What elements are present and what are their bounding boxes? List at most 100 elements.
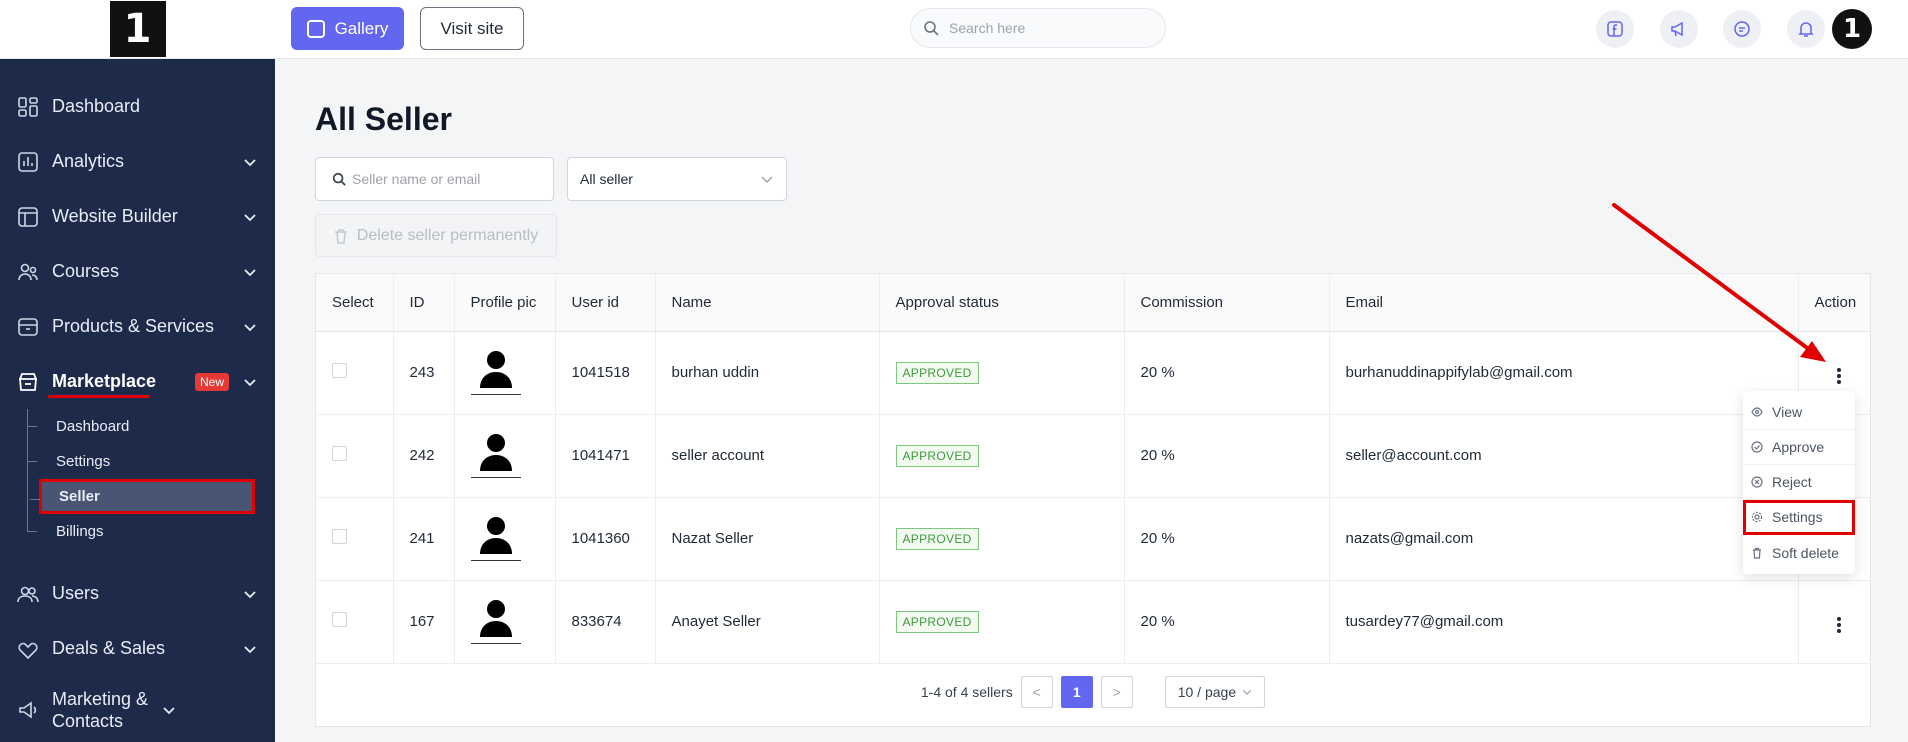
- megaphone-icon: [1671, 21, 1683, 37]
- marketing-icon: [16, 698, 40, 722]
- col-email: Email: [1329, 274, 1799, 332]
- trash-icon: [334, 228, 347, 244]
- row-checkbox[interactable]: [332, 363, 347, 378]
- sidebar: 1 Dashboard Analytics Website Builder Co…: [0, 0, 275, 742]
- deals-icon: [16, 637, 40, 661]
- action-reject[interactable]: Reject: [1743, 465, 1855, 500]
- seller-table: Select ID Profile pic User id Name Appro…: [316, 274, 1870, 664]
- cell-email: tusardey77@gmail.com: [1329, 580, 1799, 664]
- cell-commission: 20 %: [1124, 331, 1330, 415]
- seller-search[interactable]: [315, 157, 554, 201]
- gallery-button[interactable]: Gallery: [291, 7, 404, 50]
- avatar-text: 1: [1842, 14, 1862, 44]
- submenu-label: Dashboard: [56, 418, 130, 435]
- cell-commission: 20 %: [1124, 580, 1330, 664]
- submenu-label: Seller: [59, 488, 100, 505]
- sidebar-item-website-builder[interactable]: Website Builder: [0, 189, 275, 244]
- col-id: ID: [393, 274, 455, 332]
- page-button-current[interactable]: 1: [1060, 676, 1093, 708]
- marketplace-icon: [16, 370, 40, 394]
- cell-name: Anayet Seller: [655, 580, 880, 664]
- row-checkbox[interactable]: [332, 529, 347, 544]
- submenu-label: Billings: [56, 523, 104, 540]
- table-row: 243 1041518 burhan uddin APPROVED 20 % b…: [316, 331, 1870, 415]
- sidebar-item-courses[interactable]: Courses: [0, 244, 275, 299]
- action-approve[interactable]: Approve: [1743, 430, 1855, 465]
- col-name: Name: [655, 274, 880, 332]
- col-user-id: User id: [555, 274, 656, 332]
- row-checkbox[interactable]: [332, 612, 347, 627]
- global-search[interactable]: [910, 8, 1166, 48]
- search-input[interactable]: [949, 20, 1149, 36]
- seller-filter-value: All seller: [580, 171, 633, 187]
- sidebar-item-marketing-contacts[interactable]: Marketing & Contacts: [0, 676, 275, 742]
- prev-page-button[interactable]: <: [1020, 676, 1053, 708]
- action-label: Settings: [1772, 509, 1823, 525]
- chevron-down-icon: [163, 707, 175, 715]
- search-icon: [332, 172, 346, 186]
- cell-user-id: 1041360: [555, 497, 656, 581]
- logo[interactable]: 1: [109, 1, 166, 57]
- products-icon: [16, 315, 40, 339]
- eye-icon: [1751, 406, 1763, 418]
- chevron-down-icon: [1243, 690, 1252, 696]
- sidebar-item-dashboard[interactable]: Dashboard: [0, 79, 275, 134]
- sidebar-item-deals-sales[interactable]: Deals & Sales: [0, 621, 275, 676]
- submenu-item-seller[interactable]: Seller: [30, 479, 255, 514]
- delete-seller-button[interactable]: Delete seller permanently: [315, 214, 557, 257]
- chevron-down-icon: [244, 645, 256, 653]
- user-avatar[interactable]: 1: [1832, 9, 1872, 49]
- next-page-button[interactable]: >: [1100, 676, 1133, 708]
- page-size-select[interactable]: 10 / page: [1164, 676, 1266, 708]
- announcement-button[interactable]: [1660, 10, 1698, 48]
- delete-seller-label: Delete seller permanently: [356, 226, 539, 244]
- pagination: 1-4 of 4 sellers < 1 > 10 / page: [316, 676, 1870, 708]
- sidebar-item-label: Products & Services: [52, 316, 215, 336]
- cell-id: 167: [393, 580, 455, 664]
- facebook-icon: [1607, 21, 1623, 37]
- submenu-item-billings[interactable]: Billings: [27, 514, 275, 549]
- visit-site-button[interactable]: Visit site: [420, 7, 524, 50]
- table-row: 241 1041360 Nazat Seller APPROVED 20 % n…: [316, 497, 1870, 581]
- facebook-button[interactable]: [1596, 10, 1634, 48]
- check-circle-icon: [1751, 441, 1763, 453]
- notifications-button[interactable]: [1787, 10, 1825, 48]
- submenu-item-dashboard[interactable]: Dashboard: [27, 409, 275, 444]
- sidebar-item-products-services[interactable]: Products & Services: [0, 299, 275, 354]
- seller-filter-select[interactable]: All seller: [567, 157, 787, 201]
- chevron-down-icon: [761, 176, 773, 184]
- profile-pic: [470, 350, 521, 395]
- action-settings[interactable]: Settings: [1743, 500, 1855, 535]
- bell-icon: [1798, 22, 1814, 37]
- col-approval-status: Approval status: [879, 274, 1125, 332]
- logo-area: 1: [0, 0, 275, 59]
- sidebar-item-marketplace[interactable]: Marketplace New: [0, 354, 275, 409]
- action-soft-delete[interactable]: Soft delete: [1743, 535, 1855, 570]
- profile-pic: [470, 599, 521, 644]
- action-view[interactable]: View: [1743, 395, 1855, 430]
- status-badge: APPROVED: [895, 610, 979, 633]
- table-header-row: Select ID Profile pic User id Name Appro…: [316, 274, 1870, 332]
- table-row: 242 1041471 seller account APPROVED 20 %…: [316, 414, 1870, 498]
- col-select: Select: [316, 274, 394, 332]
- row-action-menu-button[interactable]: [1829, 365, 1849, 387]
- cell-commission: 20 %: [1124, 414, 1330, 498]
- chevron-down-icon: [244, 323, 256, 331]
- submenu-item-settings[interactable]: Settings: [27, 444, 275, 479]
- row-action-menu-button[interactable]: [1829, 614, 1849, 636]
- logo-text: 1: [123, 6, 152, 52]
- user-silhouette-icon: [479, 517, 512, 554]
- sidebar-item-users[interactable]: Users: [0, 566, 275, 621]
- sidebar-item-label: Marketing & Contacts: [52, 689, 149, 731]
- sidebar-item-analytics[interactable]: Analytics: [0, 134, 275, 189]
- cell-commission: 20 %: [1124, 497, 1330, 581]
- messages-button[interactable]: [1723, 10, 1761, 48]
- x-circle-icon: [1751, 476, 1763, 488]
- dashboard-icon: [16, 95, 40, 119]
- chevron-down-icon: [244, 213, 256, 221]
- sidebar-item-label: Deals & Sales: [52, 638, 166, 658]
- seller-search-input[interactable]: [352, 171, 542, 187]
- row-checkbox[interactable]: [332, 446, 347, 461]
- page-size-value: 10 / page: [1177, 684, 1237, 700]
- active-underline-annotation: [48, 395, 150, 398]
